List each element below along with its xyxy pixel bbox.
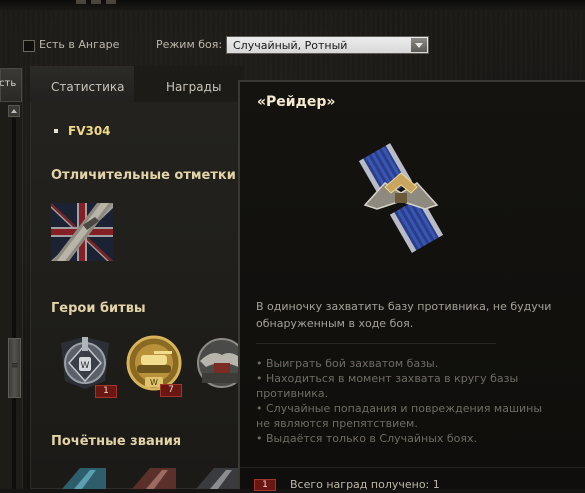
award-conditions: • Выиграть бой захватом базы. • Находить… bbox=[256, 356, 556, 446]
raider-medal-icon[interactable] bbox=[192, 333, 238, 393]
svg-text:W: W bbox=[150, 378, 158, 387]
award-title: «Рейдер» bbox=[257, 94, 336, 110]
top-icons bbox=[76, 0, 121, 7]
top-strip bbox=[0, 0, 585, 10]
tab-awards[interactable]: Награды bbox=[134, 66, 242, 102]
divider bbox=[240, 467, 585, 468]
left-tab[interactable]: сть bbox=[0, 68, 22, 102]
awards-panel bbox=[30, 66, 242, 489]
sniper-medal-icon[interactable]: W bbox=[55, 333, 115, 393]
bullet-icon bbox=[54, 129, 58, 133]
raider-medal-large-icon bbox=[355, 143, 447, 253]
chevron-down-icon[interactable] bbox=[411, 38, 427, 52]
condition-item: • Выдаётся только в Случайных боях. bbox=[256, 432, 478, 445]
in-hangar-label: Есть в Ангаре bbox=[39, 38, 120, 51]
svg-text:W: W bbox=[81, 361, 90, 371]
ranks-section-title: Почётные звания bbox=[51, 434, 182, 449]
scrollbar-thumb[interactable]: ≡ bbox=[8, 338, 21, 398]
tab-statistics[interactable]: Статистика bbox=[30, 66, 135, 102]
condition-item: • Случайные попадания и повреждения маши… bbox=[256, 402, 543, 430]
battle-mode-label: Режим боя: bbox=[156, 38, 223, 51]
divider bbox=[256, 343, 496, 344]
heroes-section-title: Герои битвы bbox=[51, 301, 146, 316]
condition-item: • Выиграть бой захватом базы. bbox=[256, 357, 439, 370]
condition-item: • Находиться в момент захвата в кругу ба… bbox=[256, 372, 519, 400]
gun-mark-icon[interactable] bbox=[51, 203, 113, 261]
total-awards-label: Всего наград получено: 1 bbox=[290, 478, 440, 491]
scrollbar-track[interactable] bbox=[12, 118, 16, 489]
scroll-up-arrow[interactable] bbox=[8, 105, 20, 117]
tab-statistics-label: Статистика bbox=[51, 80, 125, 94]
left-tab-label: сть bbox=[0, 78, 17, 89]
rank-icon[interactable] bbox=[132, 468, 176, 489]
sniper-medal-count: 1 bbox=[95, 385, 117, 398]
tab-awards-label: Награды bbox=[166, 80, 222, 94]
rank-icon[interactable] bbox=[62, 468, 106, 489]
total-count-badge: 1 bbox=[254, 479, 276, 491]
in-hangar-checkbox[interactable] bbox=[23, 40, 35, 52]
tank-medal-count: 7 bbox=[160, 384, 182, 397]
battle-mode-select[interactable]: Случайный, Ротный bbox=[226, 36, 429, 54]
award-description: В одиночку захватить базу противника, не… bbox=[256, 300, 552, 330]
battle-mode-value: Случайный, Ротный bbox=[233, 39, 348, 52]
grip-icon: ≡ bbox=[11, 361, 19, 371]
marks-section-title: Отличительные отметки bbox=[51, 168, 236, 183]
rank-icon[interactable] bbox=[196, 468, 240, 489]
tank-name: FV304 bbox=[68, 124, 111, 138]
